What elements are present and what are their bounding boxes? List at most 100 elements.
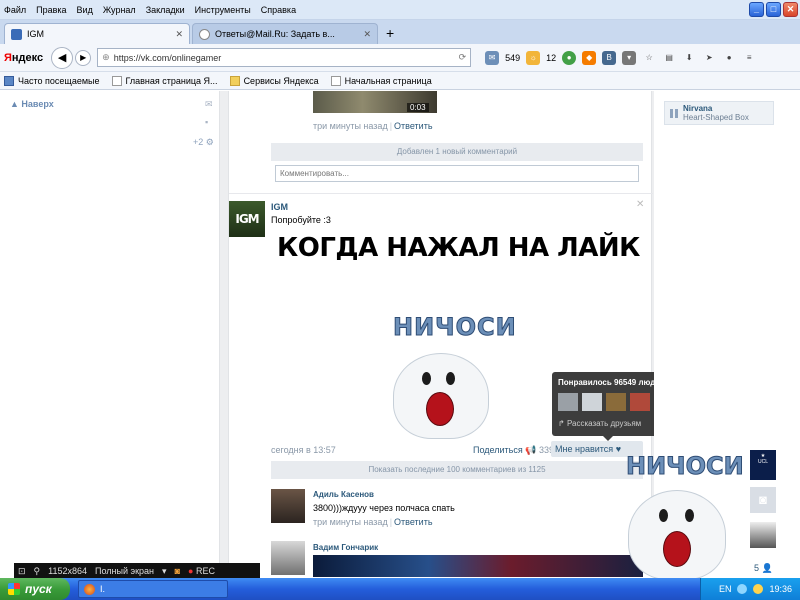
comment-icon[interactable]: ▪ (205, 117, 208, 127)
clipboard-icon[interactable]: ▤ (662, 51, 676, 65)
forward-button[interactable]: ▶ (75, 49, 92, 66)
post-text: Попробуйте :3 (271, 215, 331, 225)
show-more-comments[interactable]: Показать последние 100 комментариев из 1… (271, 461, 643, 479)
heart-icon: ♥ (615, 444, 622, 454)
vk-icon[interactable]: В (602, 50, 617, 65)
close-window-button[interactable]: ✕ (783, 2, 798, 17)
tray-icon[interactable] (737, 584, 748, 594)
menu-history[interactable]: Журнал (103, 5, 136, 15)
menu-tools[interactable]: Инструменты (195, 5, 251, 15)
url-bar[interactable]: ⊕ https://vk.com/onlinegamer ⟳ (97, 48, 472, 67)
comment-meta: три минуты назад | Ответить (313, 517, 433, 527)
tab-igm[interactable]: IGM ✕ (4, 23, 190, 44)
like-label: Мне нравится (555, 444, 614, 454)
close-post-icon[interactable]: ✕ (636, 199, 644, 210)
chat-icon[interactable]: ● (722, 51, 736, 65)
addon-gray-icon[interactable]: ▾ (622, 50, 637, 65)
record-area-icon[interactable]: ⊡ (18, 566, 26, 577)
bookmark-label: Главная страница Я... (125, 75, 218, 86)
friend-avatar[interactable] (750, 522, 776, 548)
champions-league-icon[interactable]: ★ UCL (750, 450, 776, 480)
language-indicator[interactable]: EN (719, 584, 732, 594)
scroll-up-link[interactable]: ▲ Наверх (10, 99, 54, 109)
bookmark-yandex-home[interactable]: Главная страница Я... (111, 75, 218, 86)
share-link[interactable]: Поделиться 📢 3399 (473, 445, 559, 456)
music-player[interactable]: Nirvana Heart-Shaped Box (664, 101, 774, 125)
reload-icon[interactable]: ⟳ (459, 52, 467, 63)
send-icon[interactable]: ➤ (702, 51, 716, 65)
liker-avatar[interactable] (582, 393, 602, 411)
camera-icon[interactable]: ◙ (175, 566, 180, 576)
comment-avatar[interactable] (271, 541, 305, 575)
friends-count: 5 (754, 563, 760, 573)
yandex-logo[interactable]: Яндекс (4, 52, 43, 64)
bookmark-star-icon[interactable]: ☆ (642, 51, 656, 65)
camera-icon[interactable]: ◙ (750, 487, 776, 513)
start-button[interactable]: пуск (0, 578, 70, 600)
record-button[interactable]: ● REC (188, 566, 215, 576)
addon-green-icon[interactable]: ● (562, 50, 577, 65)
new-tab-button[interactable]: + (386, 25, 394, 41)
menu-view[interactable]: Вид (77, 5, 93, 15)
download-icon[interactable]: ⬇ (682, 51, 696, 65)
plus-count[interactable]: +2 ⚙ (193, 137, 214, 148)
bookmark-frequent[interactable]: Часто посещаемые (4, 75, 100, 86)
feed-column: 0:03 три минуты назад | Ответить Добавлен … (228, 91, 715, 577)
addon-orange-icon[interactable]: ◆ (582, 50, 597, 65)
tab-label: IGM (27, 29, 44, 39)
record-label: REC (195, 566, 215, 576)
comment-image[interactable] (313, 555, 643, 577)
zoom-icon[interactable]: ⚲ (34, 566, 41, 577)
igm-avatar[interactable]: IGM (229, 201, 265, 237)
menu-file[interactable]: Файл (4, 5, 26, 15)
liker-avatar[interactable] (630, 393, 650, 411)
liker-avatar[interactable] (606, 393, 626, 411)
yandex-logo-rest: ндекс (11, 51, 44, 64)
post-author[interactable]: IGM (271, 202, 288, 212)
menu-icon[interactable]: ≡ (742, 51, 756, 65)
menu-edit[interactable]: Правка (36, 5, 66, 15)
start-label: пуск (25, 582, 52, 596)
comment-author[interactable]: Вадим Гончарик (313, 543, 378, 552)
music-artist: Nirvana (683, 104, 713, 113)
question-icon (199, 28, 210, 40)
bookmark-yandex-services[interactable]: Сервисы Яндекса (229, 75, 319, 86)
bookmark-label: Начальная страница (344, 75, 432, 86)
close-tab-icon[interactable]: ✕ (363, 29, 371, 40)
folder-icon (4, 75, 14, 86)
tab-otvety[interactable]: Ответы@Mail.Ru: Задать в... ✕ (192, 23, 378, 44)
pause-icon[interactable] (670, 109, 678, 118)
maximize-button[interactable]: □ (766, 2, 781, 17)
close-tab-icon[interactable]: ✕ (175, 29, 183, 40)
recorder-mode[interactable]: Полный экран (95, 566, 154, 576)
taskbar-firefox[interactable]: I. (78, 580, 228, 598)
toolbar-right: ✉ 549 ☼ 12 ● ◆ В ▾ ☆ ▤ ⬇ ➤ ● ≡ (485, 50, 756, 65)
bookmark-start-page[interactable]: Начальная страница (330, 75, 432, 86)
tray-icon[interactable] (753, 584, 764, 594)
recorder-bar: ⊡ ⚲ 1152x864 Полный экран ▾ ◙ ● REC (14, 563, 260, 579)
minimize-button[interactable]: _ (749, 2, 764, 17)
reply-link[interactable]: Ответить (394, 517, 432, 527)
weather-icon[interactable]: ☼ (526, 50, 541, 65)
bookmark-label: Часто посещаемые (18, 75, 100, 86)
bookmark-label: Сервисы Яндекса (243, 75, 319, 86)
menu-bookmarks[interactable]: Закладки (146, 5, 185, 15)
message-icon[interactable]: ✉ (205, 99, 213, 110)
friends-online[interactable]: 5 👤 (754, 563, 773, 574)
liker-avatar[interactable] (558, 393, 578, 411)
record-dot-icon: ● (188, 566, 194, 576)
mail-icon[interactable]: ✉ (485, 50, 500, 65)
reply-link[interactable]: Ответить (394, 121, 432, 131)
comment-author[interactable]: Адиль Касенов (313, 490, 374, 499)
back-button[interactable]: ◀ (51, 46, 74, 69)
mode-chevron-icon[interactable]: ▾ (162, 566, 167, 577)
page-icon (111, 75, 122, 86)
bookmarks-bar: Часто посещаемые Главная страница Я... С… (0, 72, 800, 90)
menu-help[interactable]: Справка (261, 5, 296, 15)
new-comment-bar[interactable]: Добавлен 1 новый комментарий (271, 143, 643, 161)
window-controls: _ □ ✕ (749, 2, 798, 17)
post-date[interactable]: сегодня в 13:57 (271, 445, 336, 455)
globe-icon: ⊕ (102, 52, 110, 62)
comment-avatar[interactable] (271, 489, 305, 523)
comment-input[interactable]: Комментировать... (275, 165, 639, 182)
